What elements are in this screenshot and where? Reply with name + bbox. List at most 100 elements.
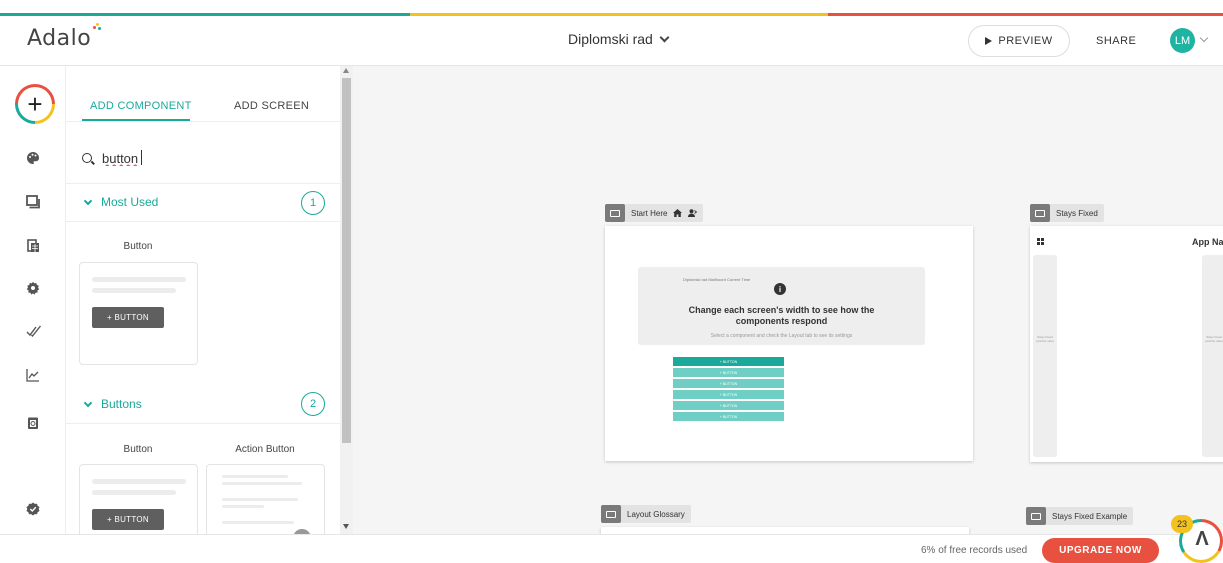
component-card-button[interactable]: + BUTTON	[79, 262, 198, 365]
top-bar: Adalo Diplomski rad PREVIEW SHARE LM	[0, 0, 1223, 66]
scroll-down-arrow-icon[interactable]	[343, 524, 349, 529]
tab-add-component[interactable]: ADD COMPONENT	[90, 100, 192, 112]
builder-canvas[interactable]: Start Here Diplomski rad Mailhoord Curre…	[353, 66, 1223, 534]
placeholder-line	[92, 288, 176, 293]
screen-label-layout-glossary[interactable]: Layout Glossary	[601, 505, 691, 523]
placeholder-line	[92, 479, 186, 484]
grid-icon	[1037, 238, 1044, 245]
fixed-column[interactable]: Stays Fixed (anchor side)	[1202, 255, 1223, 457]
info-subtext: Select a component and check the Layout …	[710, 333, 853, 339]
canvas-button[interactable]: + BUTTON	[673, 412, 784, 421]
screen-icon	[601, 505, 621, 523]
panel-scrollbar[interactable]	[340, 66, 353, 534]
search-input[interactable]	[102, 148, 322, 168]
chevron-down-icon	[659, 32, 670, 42]
placeholder-line	[222, 498, 298, 501]
bottom-bar	[0, 534, 1223, 563]
brand-stripe-yellow	[410, 13, 828, 16]
share-button[interactable]: SHARE	[1096, 35, 1136, 47]
avatar-chevron-down-icon[interactable]	[1199, 33, 1209, 43]
publish-check-icon[interactable]	[26, 324, 42, 338]
scroll-up-arrow-icon[interactable]	[343, 68, 349, 73]
analytics-icon[interactable]	[26, 368, 40, 382]
upgrade-now-button[interactable]: UPGRADE NOW	[1042, 538, 1159, 563]
screen-label-text: Layout Glossary	[627, 509, 685, 519]
screen-label-stays-fixed[interactable]: Stays Fixed	[1030, 204, 1104, 222]
screen-label-stays-fixed-example[interactable]: Stays Fixed Example	[1026, 507, 1134, 525]
divider	[66, 121, 340, 122]
database-icon[interactable]	[26, 239, 40, 253]
count-badge: 1	[301, 191, 325, 215]
section-most-used[interactable]: Most Used	[82, 195, 158, 209]
add-panel-button[interactable]: +	[15, 84, 55, 124]
clipboard-icon[interactable]	[26, 416, 40, 430]
tab-add-screen[interactable]: ADD SCREEN	[234, 100, 309, 112]
screen-label-text: Start Here	[631, 208, 668, 218]
component-card-button[interactable]: + BUTTON	[79, 464, 198, 534]
avatar[interactable]: LM	[1170, 28, 1195, 53]
app-title: Diplomski rad	[568, 31, 653, 47]
preview-button[interactable]: PREVIEW	[968, 25, 1070, 57]
button-preview: + BUTTON	[92, 307, 164, 328]
screen-label-start-here[interactable]: Start Here	[605, 204, 704, 222]
brand-stripe-red	[828, 13, 1223, 16]
column-caption: Stays Fixed (anchor side)	[1036, 335, 1054, 343]
records-usage-text: 6% of free records used	[921, 545, 1028, 556]
section-buttons[interactable]: Buttons	[82, 397, 142, 411]
placeholder-line	[222, 505, 264, 508]
screen-icon	[1026, 507, 1046, 525]
app-title-dropdown[interactable]: Diplomski rad	[568, 31, 670, 47]
section-title: Buttons	[101, 397, 142, 411]
canvas-button[interactable]: + BUTTON	[673, 401, 784, 410]
placeholder-line	[222, 521, 294, 524]
divider	[66, 183, 340, 184]
left-rail: +	[0, 66, 66, 534]
preview-label: PREVIEW	[998, 35, 1053, 47]
divider	[66, 221, 340, 222]
section-title: Most Used	[101, 195, 159, 209]
placeholder-line	[222, 475, 288, 478]
column-caption: Stays Fixed (anchor side)	[1205, 335, 1223, 343]
canvas-button[interactable]: + BUTTON	[673, 368, 784, 377]
add-component-panel: ADD COMPONENT ADD SCREEN Most Used 1 But…	[66, 66, 340, 534]
placeholder-line	[92, 490, 176, 495]
component-card-action-button[interactable]	[206, 464, 325, 534]
info-icon: i	[774, 283, 786, 295]
divider	[66, 423, 340, 424]
screen-heading: App Na	[1192, 237, 1223, 247]
placeholder-line	[222, 482, 302, 485]
canvas-button[interactable]: + BUTTON	[673, 390, 784, 399]
button-preview: + BUTTON	[92, 509, 164, 530]
plus-icon: +	[27, 89, 43, 119]
canvas-button[interactable]: + BUTTON	[673, 357, 784, 366]
screen-layout-glossary[interactable]	[601, 527, 969, 534]
component-label: Button	[123, 241, 153, 252]
text-cursor	[141, 150, 142, 165]
notification-badge[interactable]: 23	[1171, 515, 1193, 533]
gear-icon[interactable]	[26, 281, 40, 295]
assistant-logo-icon: Λ	[1195, 528, 1209, 550]
canvas-button[interactable]: + BUTTON	[673, 379, 784, 388]
screen-label-text: Stays Fixed Example	[1052, 511, 1128, 521]
scroll-thumb[interactable]	[342, 78, 351, 443]
count-badge: 2	[301, 392, 325, 416]
component-label: Action Button	[235, 444, 295, 455]
verified-badge-icon[interactable]	[26, 502, 40, 516]
user-login-icon	[688, 209, 698, 217]
search-icon	[82, 153, 92, 163]
screen-icon	[605, 204, 625, 222]
screens-icon[interactable]	[26, 195, 40, 209]
component-label: Button	[123, 444, 153, 455]
chevron-down-icon	[83, 196, 93, 205]
screen-start-here[interactable]: Diplomski rad Mailhoord Current Time i C…	[605, 226, 973, 461]
brand-stripe-teal	[0, 13, 410, 16]
info-box[interactable]: Diplomski rad Mailhoord Current Time i C…	[638, 267, 925, 345]
palette-icon[interactable]	[26, 151, 40, 165]
info-heading: Change each screen's width to see how th…	[688, 305, 875, 326]
play-icon	[985, 37, 993, 45]
adalo-logo[interactable]: Adalo	[27, 26, 91, 51]
info-caption: Diplomski rad Mailhoord Current Time	[683, 277, 751, 282]
screen-icon	[1030, 204, 1050, 222]
fixed-column[interactable]: Stays Fixed (anchor side)	[1033, 255, 1057, 457]
screen-stays-fixed[interactable]: App Na Stays Fixed (anchor side) Stays F…	[1030, 226, 1223, 462]
